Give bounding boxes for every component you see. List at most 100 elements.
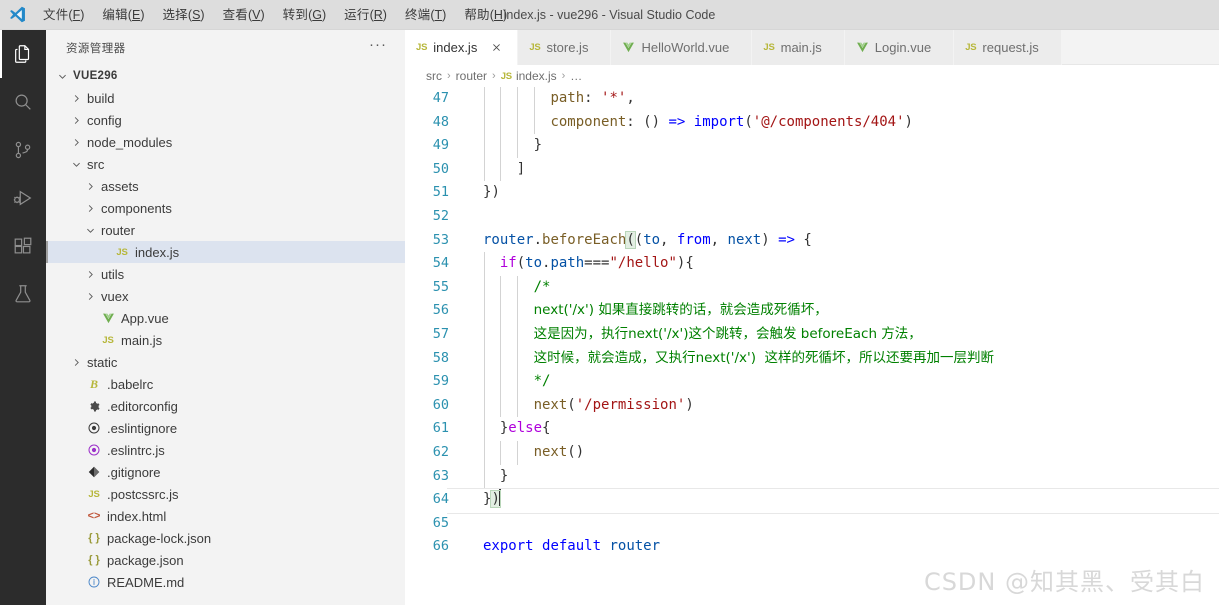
explorer-icon[interactable] (0, 30, 46, 78)
tree-item-label: main.js (121, 332, 163, 348)
code-line-65[interactable]: 65 (405, 512, 1219, 536)
tree-item-eslintrc-js[interactable]: .eslintrc.js (46, 439, 405, 461)
menu-item-3[interactable]: 选择(S) (153, 0, 213, 30)
close-icon[interactable] (487, 39, 505, 57)
menu-item-8[interactable]: 帮助(H) (455, 0, 516, 30)
line-number: 61 (432, 420, 449, 437)
menu-item-4[interactable]: 查看(V) (214, 0, 274, 30)
code-line-47[interactable]: 47 path: '*', (405, 87, 1219, 111)
tree-item-components[interactable]: components (46, 197, 405, 219)
tree-item-static[interactable]: static (46, 351, 405, 373)
code-text: router.beforeEach((to, from, next) => { (483, 230, 812, 249)
line-number: 66 (432, 538, 449, 555)
source-control-icon[interactable] (0, 126, 46, 174)
vue-icon (856, 41, 869, 54)
code-line-56[interactable]: 56 next('/x') 如果直接跳转的话，就会造成死循坏， (405, 299, 1219, 323)
editor-tab-helloworld-vue[interactable]: HelloWorld.vue (611, 30, 753, 65)
editor-tab-label: request.js (982, 40, 1039, 55)
code-line-54[interactable]: 54 if(to.path==="/hello"){ (405, 252, 1219, 276)
explorer-title: 资源管理器 (66, 42, 126, 55)
tree-item-app-vue[interactable]: App.vue (46, 307, 405, 329)
tree-item-gitignore[interactable]: .gitignore (46, 461, 405, 483)
menu-item-7[interactable]: 终端(T) (396, 0, 455, 30)
tree-item-label: src (87, 156, 105, 172)
code-line-49[interactable]: 49} (405, 134, 1219, 158)
tree-item-main-js[interactable]: JS main.js (46, 329, 405, 351)
breadcrumb-item-2[interactable]: router (456, 69, 487, 83)
testing-flask-icon[interactable] (0, 270, 46, 318)
breadcrumb-item-3[interactable]: JS index.js (501, 69, 557, 83)
tree-item-config[interactable]: config (46, 109, 405, 131)
file-tree[interactable]: VUE296 build config node_modulessrc assets co… (46, 65, 405, 593)
tree-item-package-json[interactable]: { } package.json (46, 549, 405, 571)
code-line-48[interactable]: 48 component: () => import('@/components/… (405, 110, 1219, 135)
menu-item-5[interactable]: 转到(G) (274, 0, 335, 30)
editor-tab-login-vue[interactable]: Login.vue (844, 30, 955, 65)
tree-item-babelrc[interactable]: B .babelrc (46, 373, 405, 395)
explorer-sidebar: 资源管理器 ··· VUE296 build config node_moduless… (46, 30, 405, 605)
tree-item-node-modules[interactable]: node_modules (46, 131, 405, 153)
code-line-52[interactable]: 52 (405, 205, 1219, 229)
tree-item-index-js[interactable]: JS index.js (46, 241, 405, 263)
info-icon (84, 576, 104, 588)
run-and-debug-icon[interactable] (0, 174, 46, 222)
editor-tab-request-js[interactable]: JS request.js (954, 30, 1062, 65)
code-text: }) (483, 184, 500, 201)
code-line-64[interactable]: 64}) (405, 488, 1219, 514)
code-line-57[interactable]: 57 这是因为，执行next('/x')这个跳转，会触发 beforeEach 方… (405, 322, 1219, 347)
breadcrumb[interactable]: src › router › JS index.js ›… (405, 65, 1219, 87)
editor-tab-index-js[interactable]: JS index.js (405, 30, 519, 65)
code-line-51[interactable]: 51}) (405, 181, 1219, 205)
code-line-55[interactable]: 55 /* (405, 275, 1219, 300)
breadcrumb-separator: › (561, 70, 566, 82)
js-icon: JS (102, 334, 114, 346)
menu-item-1[interactable]: 文件(F) (34, 0, 93, 30)
tree-item-label: index.js (135, 244, 180, 260)
line-number: 64 (432, 491, 449, 508)
tree-item-vue296[interactable]: VUE296 (46, 65, 405, 87)
search-icon[interactable] (0, 78, 46, 126)
tree-item-readme-md[interactable]: README.md (46, 571, 405, 593)
tree-item-label: VUE296 (73, 70, 118, 82)
code-line-53[interactable]: 53 router.beforeEach((to, from, next) => … (405, 229, 1219, 253)
code-line-66[interactable]: 66 export default router (405, 535, 1219, 559)
tree-item-build[interactable]: build (46, 87, 405, 109)
code-line-63[interactable]: 63} (405, 464, 1219, 489)
breadcrumb-item-1[interactable]: src (426, 69, 442, 83)
code-text: next('/x') 如果直接跳转的话，就会造成死循坏， (533, 302, 828, 319)
code-line-60[interactable]: 60 next('/permission') (405, 393, 1219, 418)
editor-tab-main-js[interactable]: JS main.js (752, 30, 845, 65)
breadcrumb-item-4[interactable]: … (570, 69, 582, 83)
menu-bar[interactable]: 文件(F) 编辑(E) 选择(S) 查看(V) 转到(G) 运行(R) 终端(T) 帮助(H) (34, 0, 516, 30)
menu-item-2[interactable]: 编辑(E) (93, 0, 153, 30)
code-line-59[interactable]: 59 */ (405, 370, 1219, 394)
more-actions-icon[interactable]: ··· (369, 37, 399, 55)
tree-item-editorconfig[interactable]: .editorconfig (46, 395, 405, 417)
tree-item-utils[interactable]: utils (46, 263, 405, 285)
chevron-right-icon (68, 357, 84, 368)
chevron-right-icon (68, 93, 84, 104)
tree-item-postcssrc-js[interactable]: JS .postcssrc.js (46, 483, 405, 505)
tree-item-package-lock-json[interactable]: { } package-lock.json (46, 527, 405, 549)
tree-item-assets[interactable]: assets (46, 175, 405, 197)
tree-item-src[interactable]: src (46, 153, 405, 175)
editor-tab-store-js[interactable]: JS store.js (518, 30, 612, 65)
code-line-61[interactable]: 61}else{ (405, 417, 1219, 441)
code-line-58[interactable]: 58 这时候，就会造成，又执行next('/x') 这样的死循坏，所以还要再加一层… (405, 346, 1219, 371)
js-icon: JS (88, 488, 100, 500)
line-number: 62 (432, 443, 449, 460)
code-line-62[interactable]: 62 next() (405, 440, 1219, 465)
tree-item-label: .eslintignore (107, 420, 178, 436)
code-line-50[interactable]: 50] (405, 157, 1219, 182)
extensions-icon[interactable] (0, 222, 46, 270)
tree-item-router[interactable]: router (46, 219, 405, 241)
tree-item-vuex[interactable]: vuex (46, 285, 405, 307)
code-text: */ (533, 373, 551, 390)
breadcrumb-label: … (570, 69, 583, 83)
tree-item-eslintignore[interactable]: .eslintignore (46, 417, 405, 439)
breadcrumb-label: src (426, 69, 442, 83)
menu-item-6[interactable]: 运行(R) (335, 0, 396, 30)
tree-item-index-html[interactable]: <> index.html (46, 505, 405, 527)
code-editor[interactable]: 47 path: '*', 48 component: () => import('@… (405, 87, 1219, 605)
line-number: 58 (432, 349, 449, 366)
